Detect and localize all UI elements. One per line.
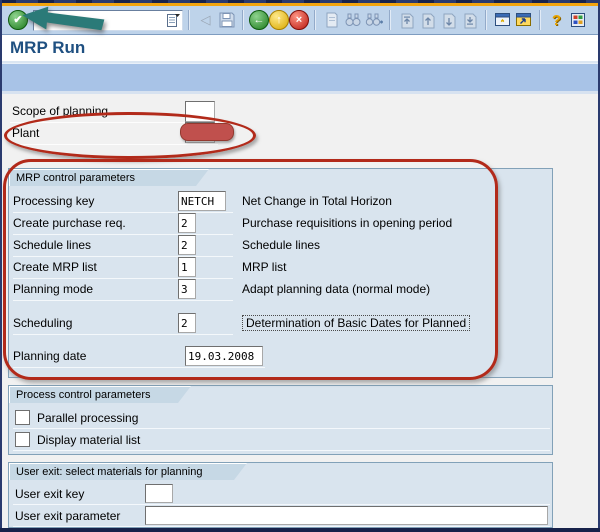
- mrp-control-parameters-group: MRP control parameters Processing key NE…: [8, 168, 553, 378]
- create-purchase-req-label: Create purchase req.: [13, 216, 126, 230]
- process-control-parameters-group: Process control parameters Parallel proc…: [8, 385, 553, 455]
- planning-date-label: Planning date: [13, 349, 87, 363]
- planning-mode-desc: Adapt planning data (normal mode): [242, 282, 431, 296]
- help-icon[interactable]: ?: [547, 11, 566, 30]
- user-exit-group-title-label: User exit: select materials for planning: [16, 466, 203, 478]
- processing-key-label: Processing key: [13, 194, 95, 208]
- processing-key-input[interactable]: NETCH: [178, 191, 226, 211]
- first-page-icon[interactable]: [397, 11, 416, 30]
- next-page-icon[interactable]: [439, 11, 458, 30]
- toolbar-separator: [539, 10, 541, 30]
- window-left-edge: [0, 0, 2, 532]
- schedule-lines-label: Schedule lines: [13, 238, 92, 252]
- field-row: Schedule lines: [13, 234, 233, 257]
- create-shortcut-icon[interactable]: [514, 11, 533, 30]
- scheduling-input[interactable]: 2: [178, 313, 196, 333]
- customize-layout-icon[interactable]: [568, 11, 587, 30]
- user-exit-key-label: User exit key: [15, 486, 85, 501]
- plant-label: Plant: [12, 126, 40, 140]
- scope-of-planning-label: Scope of planning: [12, 104, 109, 118]
- create-purchase-req-input[interactable]: 2: [178, 213, 196, 233]
- user-exit-key-row: User exit key: [13, 483, 550, 505]
- create-purchase-req-desc: Purchase requisitions in opening period: [242, 216, 453, 230]
- title-bar: MRP Run: [2, 35, 598, 63]
- display-material-list-label: Display material list: [37, 432, 141, 447]
- toolbar-separator: [188, 10, 190, 30]
- page-title: MRP Run: [10, 38, 86, 57]
- user-exit-group: User exit: select materials for planning…: [8, 462, 553, 528]
- toolbar-separator: [242, 10, 244, 30]
- field-row: Planning mode: [13, 278, 233, 301]
- find-next-icon[interactable]: [364, 11, 383, 30]
- toolbar-separator: [485, 10, 487, 30]
- standard-toolbar: ✔ ◁ ← ↑ × ?: [2, 6, 598, 35]
- window-bottom-edge: [0, 528, 600, 532]
- previous-page-icon[interactable]: [418, 11, 437, 30]
- toolbar-separator: [389, 10, 391, 30]
- cancel-icon[interactable]: ×: [289, 10, 309, 30]
- field-row: Create purchase req.: [13, 212, 233, 235]
- user-exit-parameter-input[interactable]: [145, 506, 548, 525]
- print-icon[interactable]: [322, 11, 341, 30]
- application-toolbar: [2, 63, 598, 94]
- process-group-title-label: Process control parameters: [16, 389, 151, 401]
- process-group-title: Process control parameters: [9, 386, 191, 403]
- user-exit-parameter-label: User exit parameter: [15, 508, 121, 523]
- scheduling-desc: Determination of Basic Dates for Planned: [242, 312, 471, 334]
- find-icon[interactable]: [343, 11, 362, 30]
- scheduling-desc-text: Determination of Basic Dates for Planned: [242, 315, 471, 331]
- save-icon[interactable]: [217, 11, 236, 30]
- mrp-group-title-label: MRP control parameters: [16, 172, 136, 184]
- command-field[interactable]: [33, 9, 183, 31]
- last-page-icon[interactable]: [460, 11, 479, 30]
- exit-icon[interactable]: ↑: [269, 10, 289, 30]
- field-row: Create MRP list: [13, 256, 233, 279]
- user-exit-key-input[interactable]: [145, 484, 173, 503]
- sap-window: ✔ ◁ ← ↑ × ? MRP Run Scope of planning Pl…: [0, 0, 600, 532]
- planning-mode-label: Planning mode: [13, 282, 94, 296]
- planning-mode-input[interactable]: 3: [178, 279, 196, 299]
- planning-date-input[interactable]: 19.03.2008: [185, 346, 263, 366]
- schedule-lines-input[interactable]: 2: [178, 235, 196, 255]
- field-row: Scheduling: [13, 312, 233, 335]
- parallel-processing-label: Parallel processing: [37, 410, 139, 425]
- user-exit-group-title: User exit: select materials for planning: [9, 463, 247, 480]
- scope-of-planning-input[interactable]: [185, 101, 215, 122]
- create-mrp-list-label: Create MRP list: [13, 260, 97, 274]
- processing-key-desc: Net Change in Total Horizon: [242, 194, 392, 208]
- plant-input[interactable]: [185, 122, 215, 143]
- command-history-icon[interactable]: [167, 13, 180, 31]
- create-mrp-list-input[interactable]: 1: [178, 257, 196, 277]
- scheduling-label: Scheduling: [13, 316, 73, 330]
- parallel-processing-row: Parallel processing: [13, 407, 550, 429]
- enter-icon[interactable]: ✔: [8, 10, 28, 30]
- mrp-group-title: MRP control parameters: [9, 169, 209, 186]
- display-material-list-checkbox[interactable]: [15, 432, 30, 447]
- back-arrow-small-icon[interactable]: ◁: [196, 11, 215, 30]
- display-material-list-row: Display material list: [13, 429, 550, 451]
- new-session-icon[interactable]: [493, 11, 512, 30]
- create-mrp-list-desc: MRP list: [242, 260, 287, 274]
- toolbar-separator: [314, 10, 316, 30]
- schedule-lines-desc: Schedule lines: [242, 238, 321, 252]
- parallel-processing-checkbox[interactable]: [15, 410, 30, 425]
- back-icon[interactable]: ←: [249, 10, 269, 30]
